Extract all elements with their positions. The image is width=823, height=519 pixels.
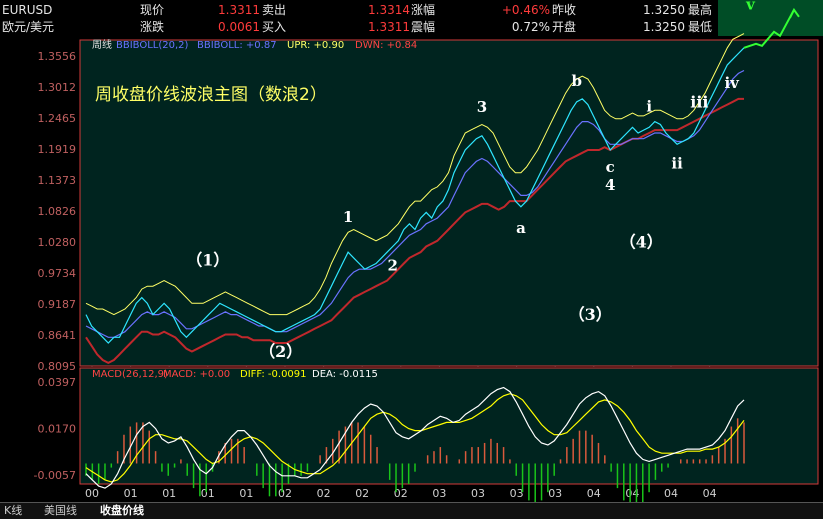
forecast-arrowhead <box>789 7 800 19</box>
price-tick-label: 1.3012 <box>38 81 77 94</box>
wave-label: a <box>516 219 526 237</box>
price-tick-label: 1.0826 <box>38 205 77 218</box>
wave-label: 1 <box>343 208 353 226</box>
wave-label: v <box>745 0 756 14</box>
wave-label: （1） <box>186 250 229 269</box>
indicator-name: BBIBOLL(20,2) <box>116 40 189 51</box>
price-tick-label: 1.3556 <box>38 50 77 63</box>
wave-label: （2） <box>259 342 302 361</box>
price-tick-label: 0.8641 <box>38 329 77 342</box>
macd-panel <box>79 367 819 485</box>
time-tick-label: 04 <box>664 487 678 500</box>
macd-value: MACD: +0.00 <box>163 369 230 380</box>
time-tick-label: 03 <box>548 487 562 500</box>
time-tick-label: 01 <box>162 487 176 500</box>
time-tick-label: 01 <box>201 487 215 500</box>
time-tick-label: 01 <box>239 487 253 500</box>
chart-type-tabs: K线 美国线 收盘价线 <box>0 502 823 519</box>
time-tick-label: 00 <box>85 487 99 500</box>
time-tick-label: 04 <box>587 487 601 500</box>
time-tick-label: 03 <box>510 487 524 500</box>
price-tick-label: 0.8095 <box>38 360 77 373</box>
price-tick-label: 0.9187 <box>38 298 77 311</box>
chart-title: 周收盘价线波浪主图（数浪2） <box>95 85 327 105</box>
macd-tick-label: 0.0397 <box>38 376 77 389</box>
wave-label: c <box>606 158 615 176</box>
price-tick-label: 1.0280 <box>38 236 77 249</box>
macd-name: MACD(26,12,9) <box>92 369 168 380</box>
wave-label: iii <box>690 93 708 112</box>
wave-label: （3） <box>569 305 612 324</box>
time-tick-label: 04 <box>703 487 717 500</box>
price-tick-label: 1.1373 <box>38 174 77 187</box>
wave-label: b <box>571 72 582 90</box>
wave-chart: 1.3556 1.3012 1.2465 1.1919 1.1373 1.0826 1.02… <box>34 0 819 502</box>
time-tick-label: 03 <box>432 487 446 500</box>
period-label: 周线 <box>92 38 112 51</box>
dea-value: DEA: -0.0115 <box>312 369 378 380</box>
diff-value: DIFF: -0.0091 <box>240 369 307 380</box>
macd-tick-label: 0.0170 <box>38 423 77 436</box>
price-tick-label: 1.1919 <box>38 143 77 156</box>
time-tick-label: 02 <box>355 487 369 500</box>
time-tick-label: 02 <box>278 487 292 500</box>
wave-label: iv <box>724 74 740 92</box>
tab-kline[interactable]: K线 <box>4 504 22 518</box>
time-tick-label: 04 <box>625 487 639 500</box>
tab-ohlc[interactable]: 美国线 <box>44 504 77 518</box>
wave-label: i <box>646 97 652 115</box>
price-tick-label: 0.9734 <box>38 267 77 280</box>
price-axis-ticks: 1.3556 1.3012 1.2465 1.1919 1.1373 1.0826 1.02… <box>38 50 77 373</box>
wave-label: 3 <box>477 98 487 116</box>
tab-close-line[interactable]: 收盘价线 <box>100 504 144 518</box>
time-axis-ticks: 00 01 01 01 01 02 02 02 02 03 03 03 03 04 04 04 04 <box>85 487 717 500</box>
upr-value: UPR: +0.90 <box>287 40 344 51</box>
bbiboll-value: BBIBOLL: +0.87 <box>197 40 277 51</box>
macd-tick-label: -0.0057 <box>34 469 76 482</box>
time-tick-label: 03 <box>471 487 485 500</box>
price-tick-label: 1.2465 <box>38 112 77 125</box>
dwn-value: DWN: +0.84 <box>355 40 417 51</box>
wave-label: （4） <box>620 232 663 251</box>
time-tick-label: 01 <box>124 487 138 500</box>
macd-axis-ticks: 0.0397 0.0170 -0.0057 <box>34 376 76 482</box>
time-tick-label: 02 <box>317 487 331 500</box>
wave-label: 2 <box>387 257 397 275</box>
wave-label: ii <box>671 154 683 172</box>
wave-label: 4 <box>605 176 615 194</box>
